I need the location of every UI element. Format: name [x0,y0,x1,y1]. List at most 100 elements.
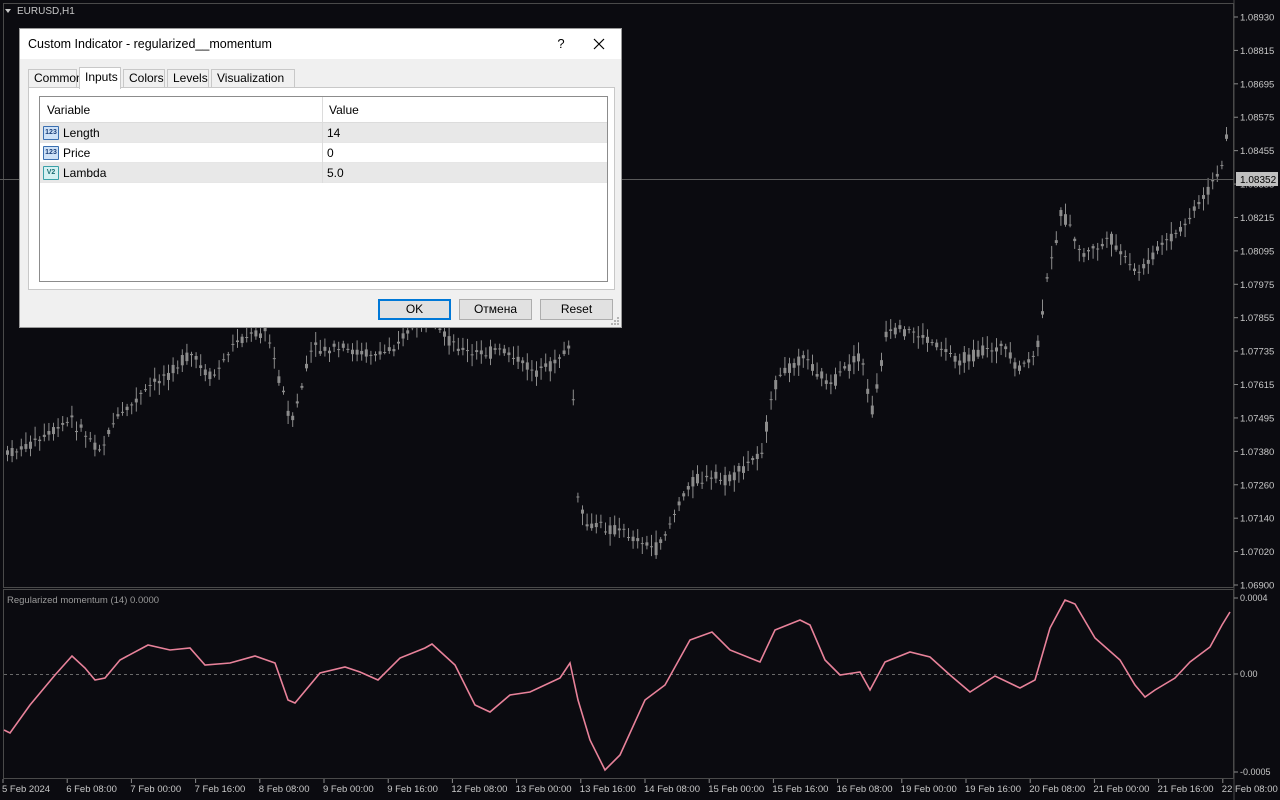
variable-name: Length [63,126,100,140]
candle-body [1054,240,1058,243]
inputs-panel: Variable Value 123 Length 14 123 Price 0 [28,87,615,290]
int-param-icon: 123 [43,126,59,140]
candle-body [484,355,488,357]
candle-body [107,429,111,435]
candle-body [314,342,318,345]
candle-body [788,363,791,373]
candle-body [185,352,189,362]
candle-body [705,475,709,478]
candle-body [222,359,226,361]
candle-body [144,389,147,391]
candle-body [1188,217,1192,220]
value-cell[interactable]: 14 [323,123,607,143]
reset-button[interactable]: Reset [540,299,613,320]
candle-body [1050,257,1054,259]
candle-body [190,353,193,356]
candle-body [875,384,879,389]
input-row-lambda[interactable]: V2 Lambda 5.0 [40,163,607,183]
resize-grip-icon[interactable] [610,316,620,326]
candle-body [378,351,382,355]
help-button[interactable]: ? [550,33,572,55]
candle-body [75,430,78,433]
candle-body [475,350,479,353]
candle-body [268,342,272,344]
candle-body [870,405,874,415]
candle-body [783,367,787,374]
candle-body [967,354,971,362]
tab-colors[interactable]: Colors [123,69,165,88]
candle-body [691,477,695,487]
candle-body [383,352,387,354]
price-scale-label: 1.07260 [1240,480,1274,491]
candle-body [52,427,55,435]
time-axis-label: 20 Feb 08:00 [1029,784,1085,795]
price-scale-label: 1.07020 [1240,547,1274,558]
candle-body [916,336,920,338]
candle-body [889,329,893,331]
candle-body [535,370,538,377]
candle-body [6,450,9,455]
candle-body [291,415,295,421]
candle-body [774,380,778,390]
candle-body [861,363,865,365]
candle-body [935,342,939,348]
candle-body [631,536,635,542]
price-scale-label: 1.08930 [1240,13,1274,24]
candle-body [208,371,212,380]
candle-body [682,493,686,497]
candle-body [203,369,207,376]
input-row-price[interactable]: 123 Price 0 [40,143,607,163]
cancel-button[interactable]: Отмена [459,299,532,320]
candle-body [139,392,143,394]
candle-body [1192,206,1196,211]
candle-body [171,364,175,374]
candle-body [700,482,704,484]
symbol-label[interactable]: EURUSD,H1 [17,6,75,17]
candle-body [1169,233,1173,242]
price-scale-label: 1.08455 [1240,146,1274,157]
tab-visualization[interactable]: Visualization [211,69,295,88]
candle-body [341,343,345,348]
tab-common[interactable]: Common [28,69,83,88]
candle-body [323,346,327,351]
candle-body [1133,268,1136,272]
candle-body [1142,263,1146,269]
price-scale-label: 1.07495 [1240,413,1274,424]
candle-body [880,360,883,366]
time-axis-label: 19 Feb 16:00 [965,784,1021,795]
candle-body [134,398,138,403]
candle-body [843,366,847,369]
time-axis-label: 15 Feb 00:00 [708,784,764,795]
time-axis-label: 14 Feb 08:00 [644,784,700,795]
column-header-value[interactable]: Value [323,97,607,123]
tab-levels[interactable]: Levels [167,69,209,88]
candle-body [797,356,801,366]
value-cell[interactable]: 0 [323,143,607,163]
price-scale-label: 1.07140 [1240,514,1274,525]
candle-body [640,543,644,545]
candle-body [815,374,819,377]
candle-body [944,349,948,353]
candle-body [903,329,906,337]
candle-body [755,453,759,460]
value-cell[interactable]: 5.0 [323,163,607,183]
candle-body [507,352,511,356]
candle-body [567,345,571,349]
candle-body [355,349,359,355]
tab-inputs[interactable]: Inputs [79,67,121,89]
int-param-icon: 123 [43,146,59,160]
candle-body [15,451,19,453]
price-scale-label: 1.07735 [1240,347,1274,358]
column-header-variable[interactable]: Variable [40,97,323,123]
candle-body [1211,179,1215,182]
candle-body [1179,226,1182,232]
close-icon[interactable] [588,33,610,55]
ok-button[interactable]: OK [378,299,451,320]
candle-body [834,374,837,386]
candle-body [93,442,97,450]
input-row-length[interactable]: 123 Length 14 [40,123,607,143]
candle-body [829,382,833,385]
candle-body [502,348,506,354]
candle-body [673,513,676,515]
dialog-titlebar[interactable]: Custom Indicator - regularized__momentum… [20,29,621,59]
